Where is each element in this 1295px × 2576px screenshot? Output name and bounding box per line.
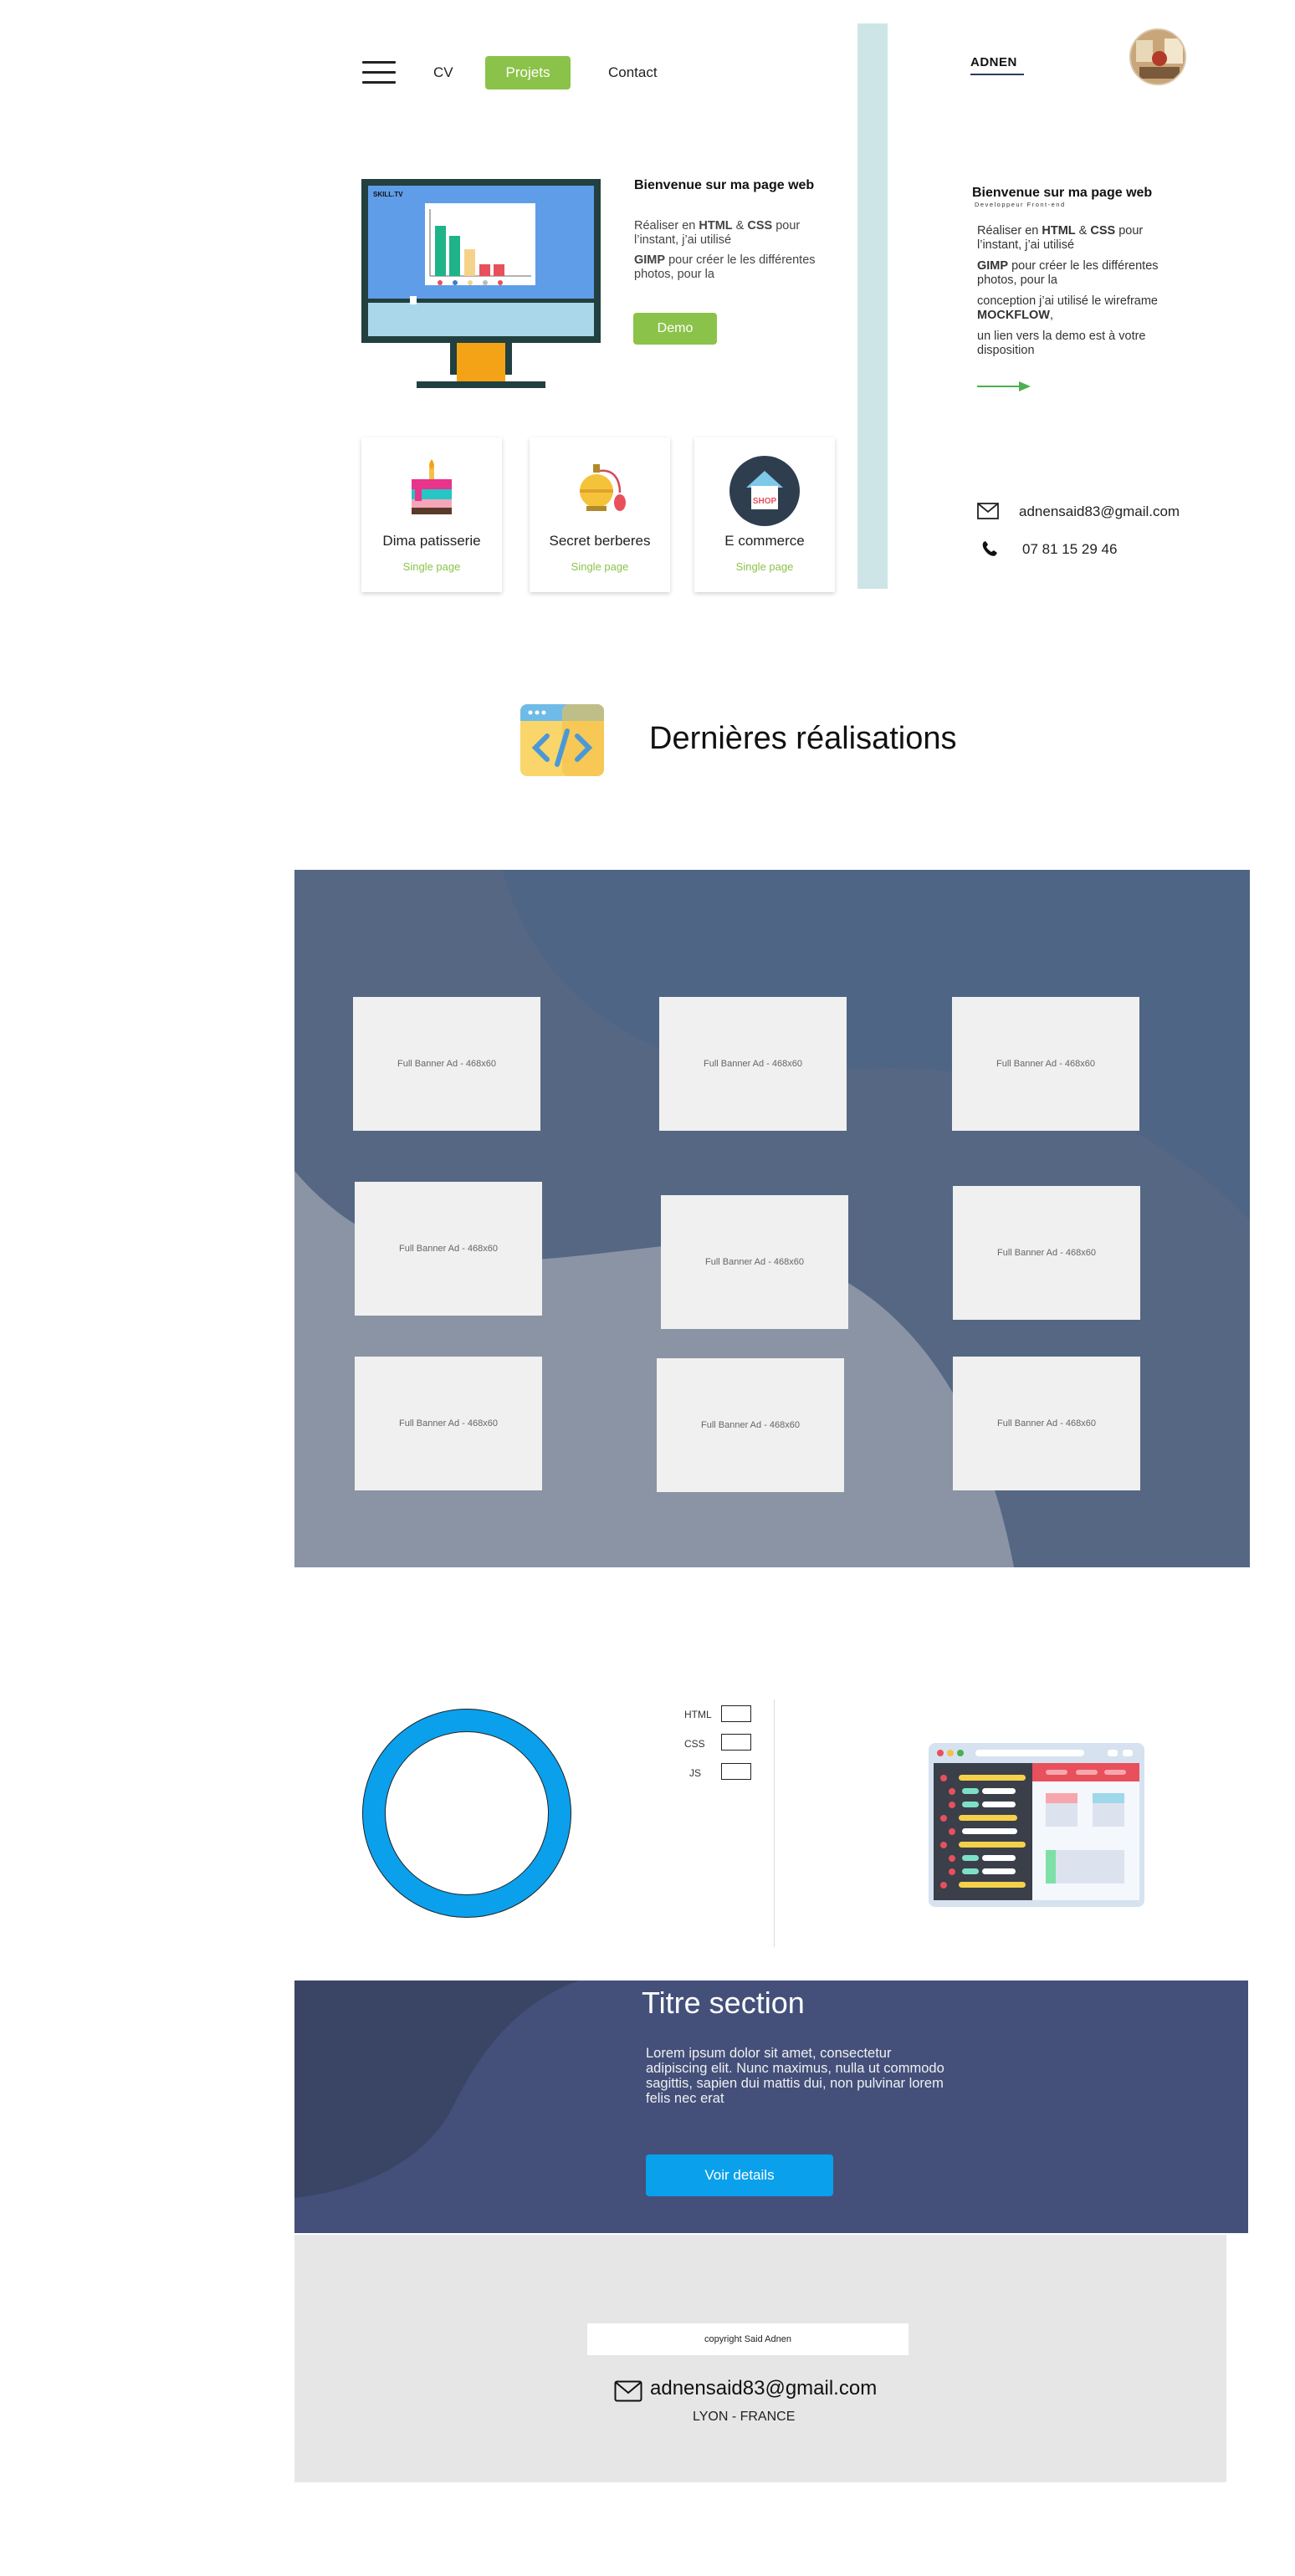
footer xyxy=(294,2235,1226,2482)
skill-label-js: JS xyxy=(689,1767,702,1779)
project-card-patisserie[interactable]: Dima patisserie Single page xyxy=(361,437,502,592)
sidebar-email[interactable]: adnensaid83@gmail.com xyxy=(1019,503,1180,520)
sidebar-line-8: disposition xyxy=(977,344,1035,357)
skill-checkbox-html[interactable] xyxy=(721,1705,751,1722)
card-title: Secret berberes xyxy=(549,533,651,549)
project-thumbnail[interactable]: Full Banner Ad - 468x60 xyxy=(355,1182,542,1316)
details-button[interactable]: Voir details xyxy=(646,2154,833,2196)
hero-title: Bienvenue sur ma page web xyxy=(634,178,815,192)
section-heading: Dernières réalisations xyxy=(649,721,957,756)
demo-button[interactable]: Demo xyxy=(633,313,717,345)
brand-name[interactable]: ADNEN xyxy=(970,55,1017,69)
screen-label: SKILL.TV xyxy=(373,191,403,198)
hero-line-3: GIMP pour créer le les différentes xyxy=(634,253,816,267)
cake-icon xyxy=(412,459,452,514)
sidebar-line-6: MOCKFLOW, xyxy=(977,309,1054,322)
gallery-section: Full Banner Ad - 468x60 Full Banner Ad -… xyxy=(294,870,1250,1567)
sidebar-line-1: Réaliser en HTML & CSS pour xyxy=(977,224,1144,238)
card-link[interactable]: Single page xyxy=(694,560,835,573)
project-thumbnail[interactable]: Full Banner Ad - 468x60 xyxy=(661,1195,848,1329)
section-title: Titre section xyxy=(642,1986,805,2020)
card-title: Dima patisserie xyxy=(382,533,481,549)
skills-divider xyxy=(774,1699,775,1947)
footer-email[interactable]: adnensaid83@gmail.com xyxy=(650,2377,877,2400)
menu-icon[interactable] xyxy=(362,61,396,84)
sidebar-line-2: l’instant, j’ai utilisé xyxy=(977,238,1075,252)
phone-icon xyxy=(982,541,997,556)
project-thumbnail[interactable]: Full Banner Ad - 468x60 xyxy=(657,1358,844,1492)
project-thumbnail[interactable]: Full Banner Ad - 468x60 xyxy=(953,1186,1140,1320)
mail-icon xyxy=(614,2380,642,2402)
perfume-icon xyxy=(580,464,626,511)
hero-line-1: Réaliser en HTML & CSS pour xyxy=(634,219,801,233)
project-thumbnail[interactable]: Full Banner Ad - 468x60 xyxy=(353,997,540,1131)
project-thumbnail[interactable]: Full Banner Ad - 468x60 xyxy=(953,1357,1140,1490)
project-card-berberes[interactable]: Secret berberes Single page xyxy=(530,437,670,592)
sidebar-line-3: GIMP pour créer le les différentes xyxy=(977,259,1159,273)
sidebar-line-4: photos, pour la xyxy=(977,273,1057,287)
skill-checkbox-js[interactable] xyxy=(721,1763,751,1780)
nav-link-projets[interactable]: Projets xyxy=(485,56,571,89)
code-editor-illustration xyxy=(929,1743,1144,1907)
shop-label: SHOP xyxy=(752,497,777,506)
card-title: E commerce xyxy=(724,533,805,549)
sidebar-line-7: un lien vers la demo est à votre xyxy=(977,330,1146,343)
skill-checkbox-css[interactable] xyxy=(721,1734,751,1751)
monitor-illustration xyxy=(361,179,601,388)
brand-underline xyxy=(970,74,1024,75)
project-thumbnail[interactable]: Full Banner Ad - 468x60 xyxy=(952,997,1139,1131)
skill-label-html: HTML xyxy=(684,1709,712,1720)
sidebar-title: Bienvenue sur ma page web xyxy=(972,186,1153,200)
arrow-right-icon[interactable] xyxy=(977,380,1032,393)
code-window-icon xyxy=(520,704,604,776)
shop-icon xyxy=(729,456,800,526)
vertical-divider xyxy=(857,23,888,589)
hero-line-4: photos, pour la xyxy=(634,268,714,281)
project-thumbnail[interactable]: Full Banner Ad - 468x60 xyxy=(355,1357,542,1490)
card-link[interactable]: Single page xyxy=(530,560,670,573)
project-card-ecommerce[interactable]: SHOP E commerce Single page xyxy=(694,437,835,592)
nav-link-contact[interactable]: Contact xyxy=(608,64,658,81)
footer-location: LYON - FRANCE xyxy=(693,2410,796,2424)
card-link[interactable]: Single page xyxy=(361,560,502,573)
progress-ring xyxy=(362,1709,571,1918)
sidebar-line-5: conception j’ai utilisé le wireframe xyxy=(977,294,1158,308)
section-text: Lorem ipsum dolor sit amet, consectetur … xyxy=(646,2046,944,2106)
sidebar-phone[interactable]: 07 81 15 29 46 xyxy=(1022,541,1117,558)
hero-line-2: l’instant, j’ai utilisé xyxy=(634,233,732,247)
project-thumbnail[interactable]: Full Banner Ad - 468x60 xyxy=(659,997,847,1131)
sidebar-subtitle: Developpeur Front-end xyxy=(975,201,1066,208)
copyright-text: copyright Said Adnen xyxy=(587,2323,909,2355)
mail-icon xyxy=(977,503,999,519)
avatar[interactable] xyxy=(1129,28,1186,85)
nav-link-cv[interactable]: CV xyxy=(433,64,453,81)
skill-label-css: CSS xyxy=(684,1738,705,1750)
